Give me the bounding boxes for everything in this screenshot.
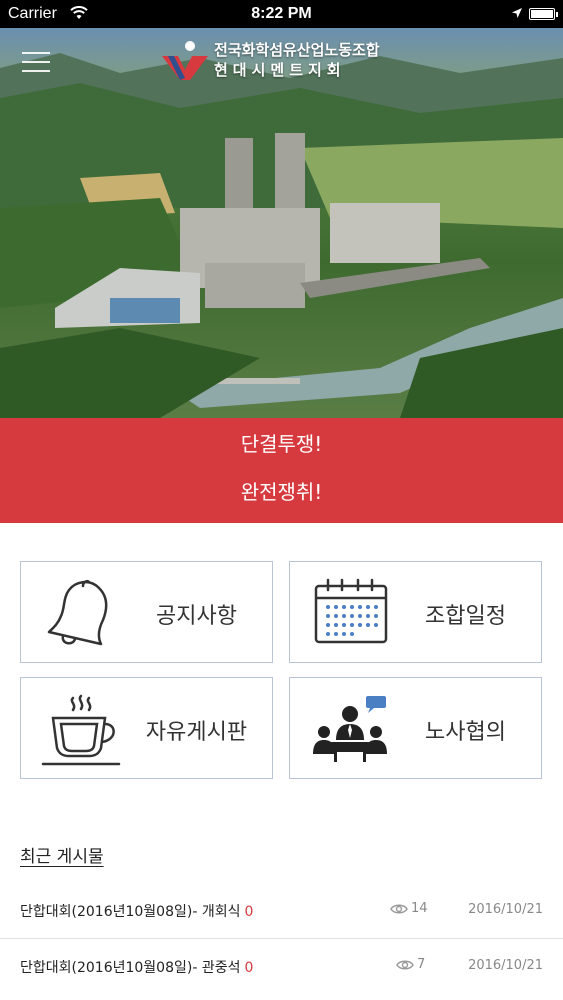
labor-management-button[interactable]: 노사협의 [289,677,542,779]
post-title: 단합대회(2016년10월08일)- 관중석 [20,960,241,976]
notice-label: 공지사항 [156,604,237,629]
comment-count: 0 [244,904,254,920]
free-board-label: 자유게시판 [145,720,248,745]
view-count-value: 14 [411,901,428,916]
view-count: 7 [396,957,425,972]
post-date: 2016/10/21 [468,958,543,973]
hamburger-menu-button[interactable] [22,52,50,74]
union-logo-icon [162,41,208,80]
union-title-line1: 전국화학섬유산업노동조합 [214,41,380,59]
cement-plant-photo [0,53,563,418]
post-row[interactable]: 단합대회(2016년10월08일)- 개회식 0 14 2016/10/21 [0,883,563,939]
slogan-line2: 완전쟁취! [240,480,323,504]
meeting-icon [313,696,387,762]
eye-icon [390,904,408,914]
recent-posts-heading: 최근 게시물 [20,847,104,867]
hero-image: 전국화학섬유산업노동조합 현대시멘트지회 [0,28,563,418]
bell-icon [47,579,108,646]
post-title: 단합대회(2016년10월08일)- 개회식 [20,904,241,920]
app-screen: Carrier 8:22 PM 전국화학섬유산업노동조합 현대시멘트지회 단결투… [0,0,563,1000]
labor-management-label: 노사협의 [425,720,506,745]
schedule-button[interactable]: 조합일정 [289,561,542,663]
slogan-line1: 단결투쟁! [240,432,323,456]
slogan-banner: 단결투쟁! 완전쟁취! [0,418,563,523]
post-row[interactable]: 단합대회(2016년10월08일)- 관중석 0 7 2016/10/21 [0,939,563,995]
union-title: 전국화학섬유산업노동조합 현대시멘트지회 [214,40,380,80]
battery-icon [529,8,558,20]
view-count-value: 7 [417,957,426,972]
status-bar: Carrier 8:22 PM [0,0,563,28]
calendar-icon [314,578,388,644]
notice-button[interactable]: 공지사항 [20,561,273,663]
view-count: 14 [390,901,428,916]
schedule-label: 조합일정 [425,604,506,629]
post-title-wrap: 단합대회(2016년10월08일)- 개회식 0 [20,901,253,921]
free-board-button[interactable]: 자유게시판 [20,677,273,779]
clock-time: 8:22 PM [251,5,312,22]
location-arrow-icon [511,6,523,24]
coffee-cup-icon [41,694,121,766]
post-title-wrap: 단합대회(2016년10월08일)- 관중석 0 [20,957,253,977]
post-date: 2016/10/21 [468,902,543,917]
union-title-line2: 현대시멘트지회 [214,61,346,79]
comment-count: 0 [244,960,254,976]
eye-icon [396,960,414,970]
